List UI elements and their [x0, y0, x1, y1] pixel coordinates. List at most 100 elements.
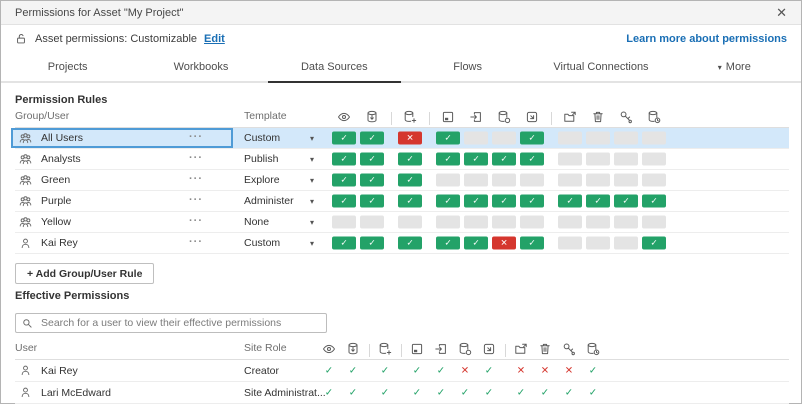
capability-cell-delete[interactable]: [586, 132, 610, 145]
capability-cell-download-data-source[interactable]: ✓: [398, 237, 422, 250]
capability-cell-set-permissions[interactable]: ✓: [614, 195, 638, 208]
capability-cell-connect[interactable]: ✓: [360, 237, 384, 250]
tab-virtual-connections[interactable]: Virtual Connections: [534, 53, 667, 81]
capability-cell-web-edit[interactable]: [464, 216, 488, 229]
capability-cell-delete[interactable]: [586, 174, 610, 187]
capability-cell-move[interactable]: [558, 174, 582, 187]
capability-cell-move[interactable]: ✓: [558, 195, 582, 208]
capability-cell-web-edit[interactable]: [464, 132, 488, 145]
capability-cell-move[interactable]: [558, 216, 582, 229]
capability-cell-web-edit[interactable]: ✓: [464, 237, 488, 250]
capability-cell-save-as[interactable]: [492, 132, 516, 145]
capability-cell-save-as[interactable]: [492, 216, 516, 229]
capability-cell-delete[interactable]: [586, 237, 610, 250]
row-actions-menu-button[interactable]: ···: [189, 173, 203, 185]
capability-cell-duplicate[interactable]: ✓: [520, 195, 544, 208]
capability-cell-download-data-source[interactable]: ✓: [398, 195, 422, 208]
permission-rule-row[interactable]: Yellow···None▾: [15, 212, 789, 233]
permission-rule-row[interactable]: All Users···Custom▾✓✓✕✓✓: [15, 128, 789, 149]
capability-cell-set-permissions[interactable]: [614, 216, 638, 229]
group-user-cell[interactable]: All Users···: [11, 128, 233, 148]
group-user-cell[interactable]: Analysts···: [11, 149, 233, 169]
capability-cell-overwrite[interactable]: [436, 216, 460, 229]
template-dropdown[interactable]: Administer▾: [230, 191, 322, 211]
capability-cell-set-permissions[interactable]: [614, 153, 638, 166]
capability-cell-view[interactable]: ✓: [332, 237, 356, 250]
capability-cell-save-as[interactable]: ✓: [492, 195, 516, 208]
capability-cell-change-owner[interactable]: [642, 132, 666, 145]
capability-cell-move[interactable]: [558, 132, 582, 145]
template-dropdown[interactable]: None▾: [230, 212, 322, 232]
group-user-cell[interactable]: Kai Rey···: [11, 233, 233, 253]
capability-cell-set-permissions[interactable]: [614, 174, 638, 187]
row-actions-menu-button[interactable]: ···: [189, 131, 203, 143]
tab-projects[interactable]: Projects: [1, 53, 134, 81]
edit-link[interactable]: Edit: [204, 33, 225, 45]
capability-cell-connect[interactable]: [360, 216, 384, 229]
capability-cell-save-as[interactable]: [492, 174, 516, 187]
capability-cell-change-owner[interactable]: ✓: [642, 195, 666, 208]
capability-cell-duplicate[interactable]: ✓: [520, 153, 544, 166]
group-user-cell[interactable]: Purple···: [11, 191, 233, 211]
capability-cell-save-as[interactable]: ✓: [492, 153, 516, 166]
capability-cell-duplicate[interactable]: [520, 216, 544, 229]
capability-cell-web-edit[interactable]: ✓: [464, 153, 488, 166]
template-dropdown[interactable]: Custom▾: [230, 233, 322, 253]
capability-cell-view[interactable]: ✓: [332, 153, 356, 166]
capability-cell-move[interactable]: [558, 153, 582, 166]
row-actions-menu-button[interactable]: ···: [189, 215, 203, 227]
capability-cell-connect[interactable]: ✓: [360, 153, 384, 166]
capability-cell-view[interactable]: ✓: [332, 132, 356, 145]
capability-cell-save-as[interactable]: ✕: [492, 237, 516, 250]
capability-cell-delete[interactable]: [586, 153, 610, 166]
permission-rule-row[interactable]: Green···Explore▾✓✓✓: [15, 170, 789, 191]
row-actions-menu-button[interactable]: ···: [189, 236, 203, 248]
capability-cell-delete[interactable]: ✓: [586, 195, 610, 208]
capability-cell-change-owner[interactable]: [642, 153, 666, 166]
capability-cell-overwrite[interactable]: ✓: [436, 237, 460, 250]
capability-cell-connect[interactable]: ✓: [360, 132, 384, 145]
group-user-cell[interactable]: Yellow···: [11, 212, 233, 232]
capability-cell-view[interactable]: ✓: [332, 195, 356, 208]
capability-cell-change-owner[interactable]: [642, 174, 666, 187]
template-dropdown[interactable]: Publish▾: [230, 149, 322, 169]
capability-cell-duplicate[interactable]: [520, 174, 544, 187]
capability-cell-set-permissions[interactable]: [614, 237, 638, 250]
capability-cell-delete[interactable]: [586, 216, 610, 229]
capability-cell-download-data-source[interactable]: ✓: [398, 174, 422, 187]
tab-flows[interactable]: Flows: [401, 53, 534, 81]
learn-more-link[interactable]: Learn more about permissions: [626, 33, 787, 45]
capability-cell-view[interactable]: ✓: [332, 174, 356, 187]
capability-cell-web-edit[interactable]: [464, 174, 488, 187]
capability-cell-duplicate[interactable]: ✓: [520, 132, 544, 145]
capability-cell-overwrite[interactable]: ✓: [436, 153, 460, 166]
tab-more[interactable]: ▾More: [668, 53, 801, 81]
group-user-cell[interactable]: Green···: [11, 170, 233, 190]
tab-data-sources[interactable]: Data Sources: [268, 53, 401, 81]
row-actions-menu-button[interactable]: ···: [189, 194, 203, 206]
capability-cell-move[interactable]: [558, 237, 582, 250]
permission-rule-row[interactable]: Kai Rey···Custom▾✓✓✓✓✓✕✓✓: [15, 233, 789, 254]
capability-cell-change-owner[interactable]: ✓: [642, 237, 666, 250]
add-group-user-rule-button[interactable]: + Add Group/User Rule: [15, 263, 154, 284]
capability-cell-download-data-source[interactable]: ✓: [398, 153, 422, 166]
capability-cell-overwrite[interactable]: ✓: [436, 195, 460, 208]
template-dropdown[interactable]: Custom▾: [230, 128, 322, 148]
capability-cell-overwrite[interactable]: ✓: [436, 132, 460, 145]
capability-cell-web-edit[interactable]: ✓: [464, 195, 488, 208]
capability-cell-download-data-source[interactable]: ✕: [398, 132, 422, 145]
capability-cell-connect[interactable]: ✓: [360, 174, 384, 187]
capability-cell-duplicate[interactable]: ✓: [520, 237, 544, 250]
permission-rule-row[interactable]: Purple···Administer▾✓✓✓✓✓✓✓✓✓✓✓: [15, 191, 789, 212]
close-icon[interactable]: ✕: [772, 6, 791, 19]
permission-rule-row[interactable]: Analysts···Publish▾✓✓✓✓✓✓✓: [15, 149, 789, 170]
row-actions-menu-button[interactable]: ···: [189, 152, 203, 164]
capability-cell-connect[interactable]: ✓: [360, 195, 384, 208]
template-dropdown[interactable]: Explore▾: [230, 170, 322, 190]
capability-cell-download-data-source[interactable]: [398, 216, 422, 229]
capability-cell-set-permissions[interactable]: [614, 132, 638, 145]
tab-workbooks[interactable]: Workbooks: [134, 53, 267, 81]
capability-cell-change-owner[interactable]: [642, 216, 666, 229]
capability-cell-view[interactable]: [332, 216, 356, 229]
capability-cell-overwrite[interactable]: [436, 174, 460, 187]
